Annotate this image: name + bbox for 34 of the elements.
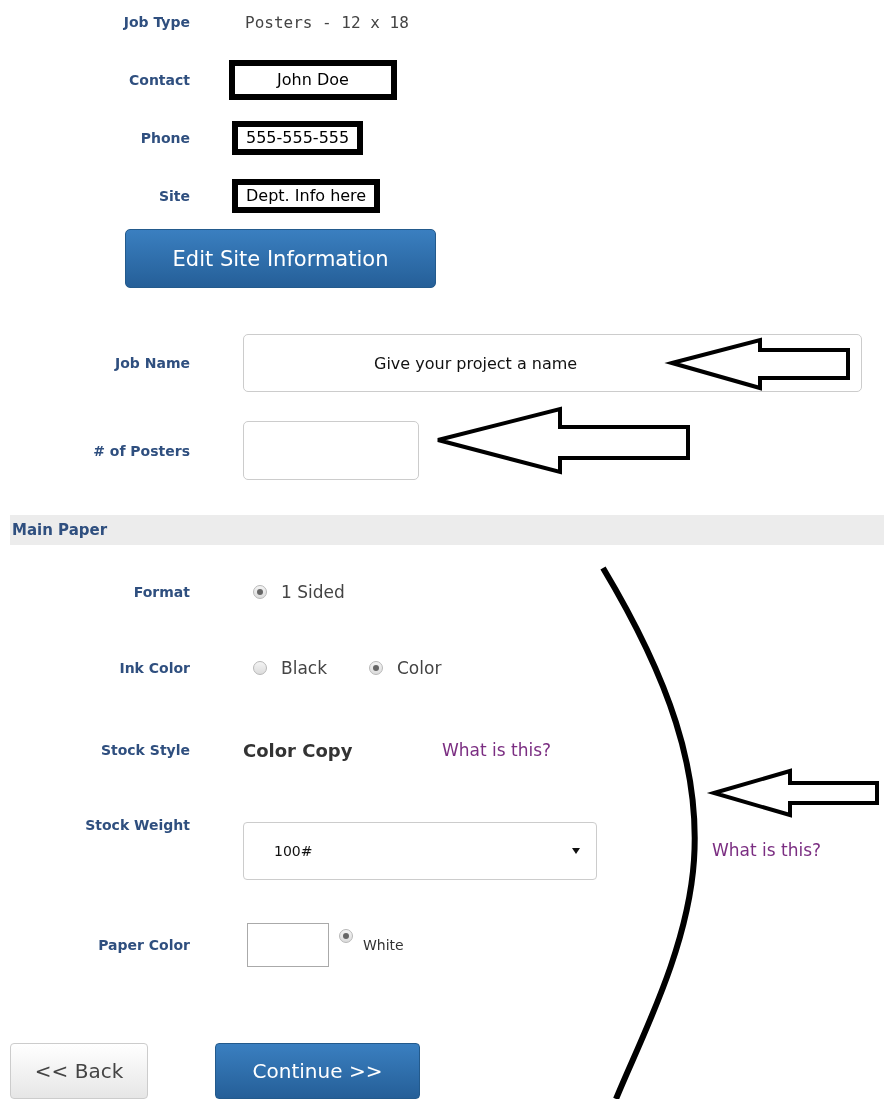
job-type-value: Posters - 12 x 18 <box>245 12 409 32</box>
option-label: Black <box>281 658 327 678</box>
field-label: Stock Weight <box>84 816 190 833</box>
option-label: White <box>363 937 404 953</box>
field-label: Paper Color <box>97 937 190 953</box>
caret-icon <box>572 848 580 854</box>
boxed-value: Dept. Info here <box>232 179 381 213</box>
section-header: Main Paper <box>10 515 884 545</box>
job-name-field[interactable]: Give your project a name <box>243 334 862 392</box>
option-label: Color <box>397 658 442 678</box>
radio-button[interactable] <box>339 929 353 943</box>
field-label: Stock Style <box>99 742 190 758</box>
field-label: Job Type <box>122 14 190 30</box>
field-label: Contact <box>128 72 190 88</box>
boxed-value: John Doe <box>229 60 397 100</box>
field-label: Phone <box>139 130 190 146</box>
boxed-value: 555-555-555 <box>232 121 364 155</box>
field-label: Ink Color <box>118 660 190 676</box>
field-label: # of Posters <box>92 442 190 459</box>
radio-button[interactable] <box>253 661 267 675</box>
stock-weight-select[interactable]: 100# <box>243 822 597 880</box>
field-label: Format <box>132 584 190 600</box>
help-link[interactable]: What is this? <box>712 840 822 860</box>
edit-site-button[interactable]: Edit Site Information <box>125 229 436 288</box>
help-link[interactable]: What is this? <box>442 740 552 760</box>
field-label: Job Name <box>113 355 190 371</box>
posters-field[interactable] <box>243 421 419 480</box>
field-label: Site <box>157 188 190 204</box>
option-label: 1 Sided <box>281 582 345 602</box>
back-button[interactable]: << Back <box>10 1043 148 1099</box>
radio-button[interactable] <box>369 661 383 675</box>
continue-button[interactable]: Continue >> <box>215 1043 420 1099</box>
radio-button[interactable] <box>253 585 267 599</box>
stock-style-value: Color Copy <box>243 739 354 761</box>
